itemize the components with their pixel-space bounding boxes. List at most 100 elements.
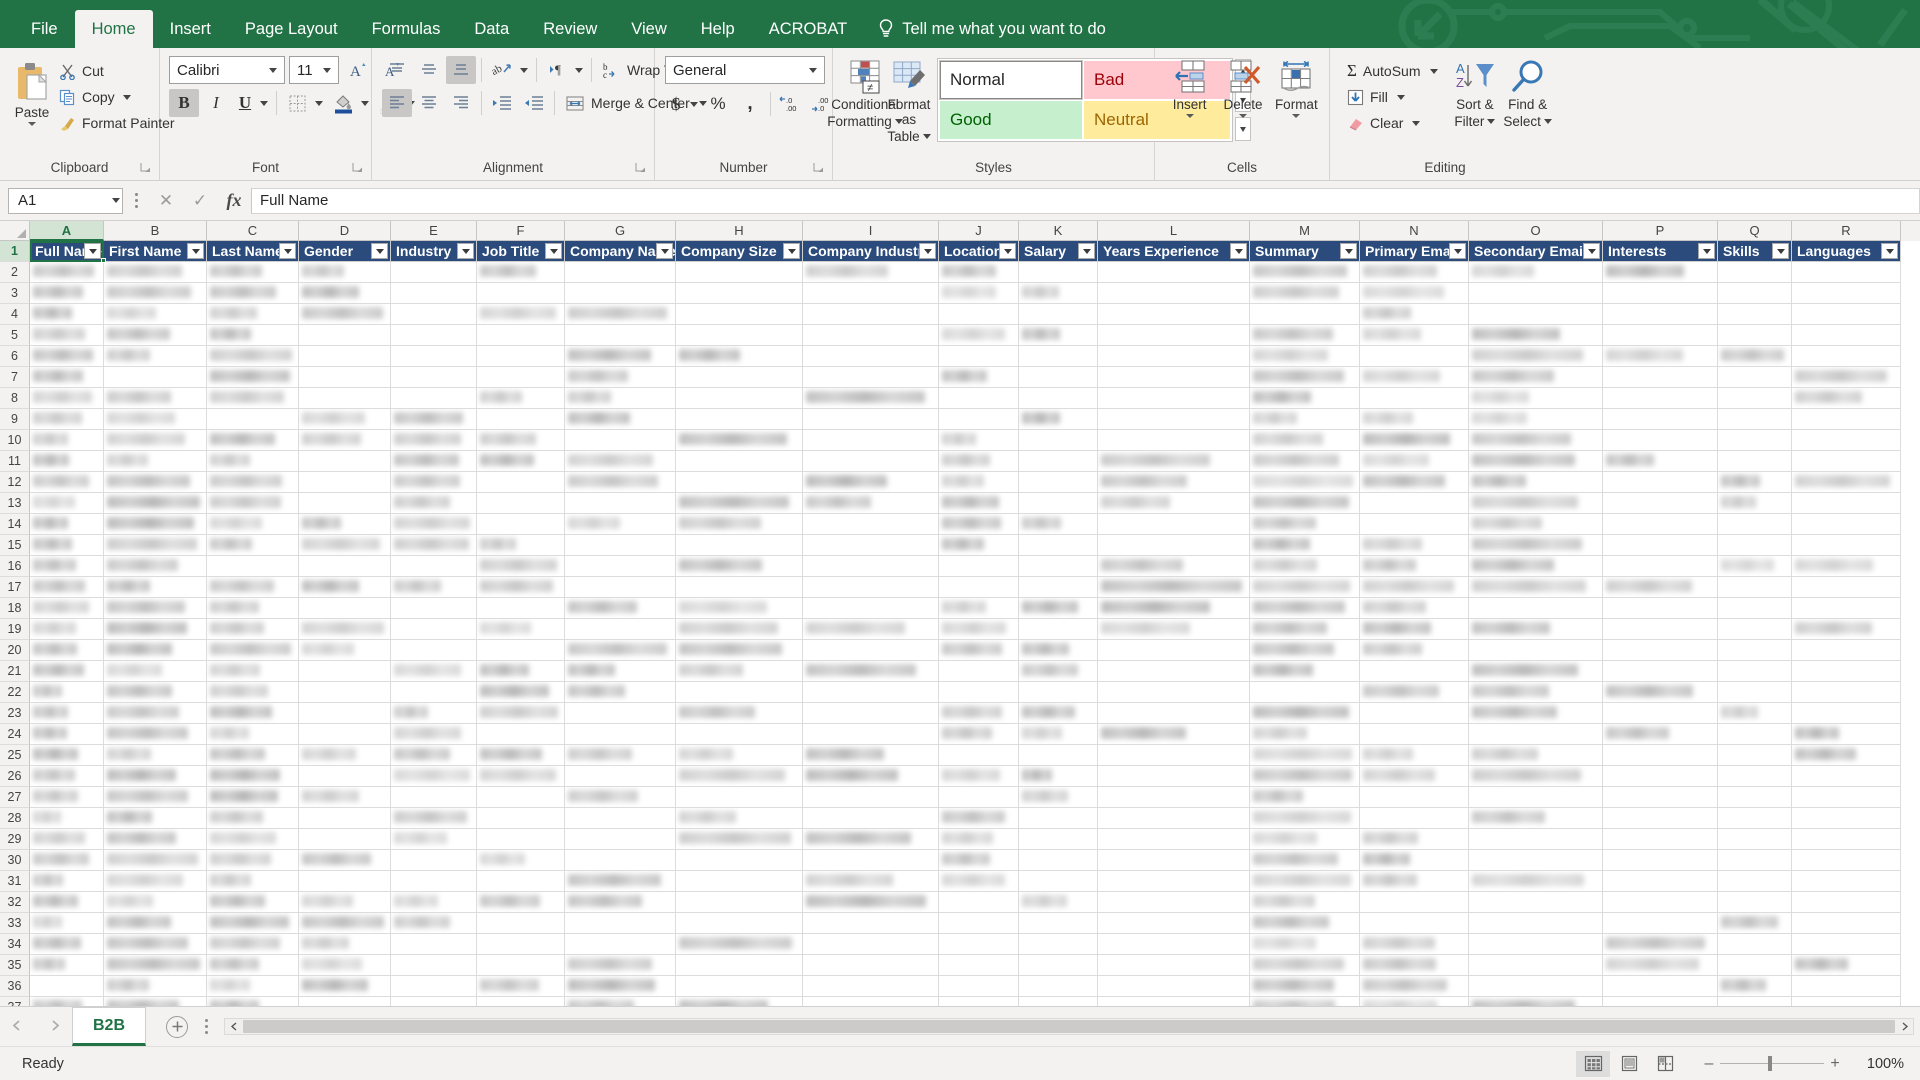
cell-J34[interactable] [939, 934, 1019, 955]
cell-N13[interactable] [1360, 493, 1469, 514]
cell-C16[interactable] [207, 556, 299, 577]
cell-F14[interactable] [477, 514, 565, 535]
cell-M13[interactable] [1250, 493, 1360, 514]
row-header-27[interactable]: 27 [0, 787, 30, 808]
cell-P11[interactable] [1603, 451, 1718, 472]
cell-B31[interactable] [104, 871, 207, 892]
cell-A14[interactable] [30, 514, 104, 535]
cell-L27[interactable] [1098, 787, 1250, 808]
cell-E32[interactable] [391, 892, 477, 913]
row-header-21[interactable]: 21 [0, 661, 30, 682]
cell-R21[interactable] [1792, 661, 1901, 682]
table-header-f[interactable]: Job Title [477, 241, 565, 262]
cell-A12[interactable] [30, 472, 104, 493]
insert-cells-dropdown-arrow[interactable] [1185, 114, 1194, 118]
cell-P32[interactable] [1603, 892, 1718, 913]
cell-J3[interactable] [939, 283, 1019, 304]
decrease-indent-button[interactable] [487, 89, 517, 117]
cell-Q7[interactable] [1718, 367, 1792, 388]
cell-I23[interactable] [803, 703, 939, 724]
column-header-j[interactable]: J [939, 221, 1019, 241]
align-right-button[interactable] [446, 89, 476, 117]
cell-C21[interactable] [207, 661, 299, 682]
cell-E28[interactable] [391, 808, 477, 829]
cell-R14[interactable] [1792, 514, 1901, 535]
cell-L9[interactable] [1098, 409, 1250, 430]
format-cells-button[interactable]: Format [1270, 56, 1323, 118]
cell-K8[interactable] [1019, 388, 1098, 409]
cell-M8[interactable] [1250, 388, 1360, 409]
cell-K6[interactable] [1019, 346, 1098, 367]
row-header-1[interactable]: 1 [0, 241, 30, 262]
cell-O24[interactable] [1469, 724, 1603, 745]
cell-K18[interactable] [1019, 598, 1098, 619]
orientation-dropdown-arrow[interactable] [517, 56, 531, 84]
cell-R36[interactable] [1792, 976, 1901, 997]
cell-M21[interactable] [1250, 661, 1360, 682]
table-header-e[interactable]: Industry [391, 241, 477, 262]
cell-I15[interactable] [803, 535, 939, 556]
cell-F4[interactable] [477, 304, 565, 325]
cell-I20[interactable] [803, 640, 939, 661]
font-dialog-launcher[interactable] [351, 160, 363, 172]
ribbon-tab-data[interactable]: Data [457, 10, 526, 48]
cell-R33[interactable] [1792, 913, 1901, 934]
cell-N16[interactable] [1360, 556, 1469, 577]
cell-L11[interactable] [1098, 451, 1250, 472]
row-header-7[interactable]: 7 [0, 367, 30, 388]
cell-D23[interactable] [299, 703, 391, 724]
cell-G19[interactable] [565, 619, 676, 640]
cell-C12[interactable] [207, 472, 299, 493]
cell-I14[interactable] [803, 514, 939, 535]
cell-F12[interactable] [477, 472, 565, 493]
cell-O12[interactable] [1469, 472, 1603, 493]
cell-E22[interactable] [391, 682, 477, 703]
cell-C19[interactable] [207, 619, 299, 640]
row-header-16[interactable]: 16 [0, 556, 30, 577]
cell-K2[interactable] [1019, 262, 1098, 283]
cell-Q26[interactable] [1718, 766, 1792, 787]
cell-Q15[interactable] [1718, 535, 1792, 556]
cell-D30[interactable] [299, 850, 391, 871]
row-header-29[interactable]: 29 [0, 829, 30, 850]
table-row[interactable] [30, 451, 1920, 472]
row-header-23[interactable]: 23 [0, 703, 30, 724]
table-row[interactable] [30, 892, 1920, 913]
row-header-33[interactable]: 33 [0, 913, 30, 934]
cell-A30[interactable] [30, 850, 104, 871]
cell-I27[interactable] [803, 787, 939, 808]
table-row[interactable] [30, 262, 1920, 283]
cell-I25[interactable] [803, 745, 939, 766]
cell-D10[interactable] [299, 430, 391, 451]
cell-P19[interactable] [1603, 619, 1718, 640]
scroll-split-grip[interactable] [196, 1019, 216, 1034]
cell-B33[interactable] [104, 913, 207, 934]
cell-P7[interactable] [1603, 367, 1718, 388]
cell-L2[interactable] [1098, 262, 1250, 283]
cell-H25[interactable] [676, 745, 803, 766]
sort-filter-dropdown-arrow[interactable] [1487, 119, 1496, 124]
cell-O11[interactable] [1469, 451, 1603, 472]
cell-K33[interactable] [1019, 913, 1098, 934]
cell-P9[interactable] [1603, 409, 1718, 430]
cell-L33[interactable] [1098, 913, 1250, 934]
cell-A37[interactable] [30, 997, 104, 1006]
cell-A28[interactable] [30, 808, 104, 829]
cell-A22[interactable] [30, 682, 104, 703]
cell-B8[interactable] [104, 388, 207, 409]
cell-A26[interactable] [30, 766, 104, 787]
cell-E3[interactable] [391, 283, 477, 304]
cell-J32[interactable] [939, 892, 1019, 913]
cell-J5[interactable] [939, 325, 1019, 346]
cell-H2[interactable] [676, 262, 803, 283]
ribbon-tab-acrobat[interactable]: ACROBAT [752, 10, 865, 48]
cell-M14[interactable] [1250, 514, 1360, 535]
table-row[interactable] [30, 367, 1920, 388]
cell-O28[interactable] [1469, 808, 1603, 829]
cell-I21[interactable] [803, 661, 939, 682]
table-row[interactable] [30, 577, 1920, 598]
cell-J18[interactable] [939, 598, 1019, 619]
cell-P27[interactable] [1603, 787, 1718, 808]
cell-O22[interactable] [1469, 682, 1603, 703]
table-header-o[interactable]: Secondary Email [1469, 241, 1603, 262]
